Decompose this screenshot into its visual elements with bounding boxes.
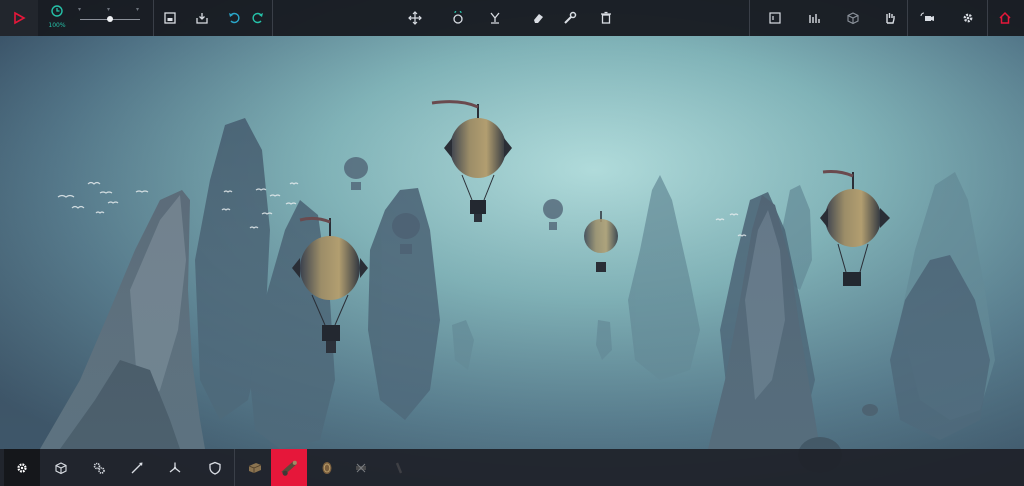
category-basic-button[interactable] xyxy=(4,449,40,486)
divider xyxy=(153,0,154,36)
time-scale-slider-handle[interactable] xyxy=(107,16,113,22)
top-toolbar: 100% ▾ ▾ ▾ xyxy=(0,0,1024,36)
time-scale-button[interactable] xyxy=(46,0,68,22)
cube-icon xyxy=(55,461,67,474)
category-weapons-button[interactable] xyxy=(124,449,150,486)
block-view-button[interactable] xyxy=(841,0,865,36)
move-icon xyxy=(408,11,422,25)
undo-button[interactable] xyxy=(222,0,246,36)
rotate-icon xyxy=(453,11,463,24)
hand-icon xyxy=(886,13,895,24)
crossbow-icon xyxy=(356,463,366,472)
home-icon xyxy=(999,11,1011,24)
gears-icon xyxy=(93,462,105,474)
cube-icon xyxy=(847,12,859,25)
trash-icon xyxy=(601,11,611,24)
rotate-tool-button[interactable] xyxy=(446,0,470,36)
torch-block-button[interactable] xyxy=(386,449,412,486)
round-shield-block-button[interactable] xyxy=(314,449,340,486)
slider-tick-max: ▾ xyxy=(136,6,140,13)
cannon-block-button[interactable] xyxy=(271,449,307,486)
divider xyxy=(234,449,235,486)
camera-icon xyxy=(920,12,934,21)
redo-button[interactable] xyxy=(246,0,270,36)
load-button[interactable] xyxy=(190,0,214,36)
eraser-icon xyxy=(534,14,543,23)
undo-icon xyxy=(229,12,240,24)
move-tool-button[interactable] xyxy=(403,0,427,36)
category-blocks-button[interactable] xyxy=(48,449,74,486)
divider xyxy=(749,0,750,36)
redo-icon xyxy=(252,12,263,24)
play-icon xyxy=(14,11,26,25)
propeller-icon xyxy=(169,462,181,473)
blueprint-icon xyxy=(769,12,781,24)
camera-mode-button[interactable] xyxy=(914,0,940,36)
slider-tick-min: ▾ xyxy=(78,6,82,13)
load-icon xyxy=(196,13,208,24)
shield-icon xyxy=(209,461,221,475)
divider xyxy=(987,0,988,36)
divider xyxy=(907,0,908,36)
spear-icon xyxy=(131,462,143,473)
settings-icon xyxy=(963,13,973,23)
stats-icon xyxy=(809,14,820,23)
torch-icon xyxy=(395,462,403,473)
wrench-icon xyxy=(564,11,577,24)
clock-icon xyxy=(51,5,63,17)
round-shield-icon xyxy=(322,461,332,474)
divider xyxy=(272,0,273,36)
cannon-icon xyxy=(281,460,297,476)
block-toolbar xyxy=(0,449,1024,486)
slider-tick-mid: ▾ xyxy=(107,6,111,13)
category-armour-button[interactable] xyxy=(202,449,228,486)
eraser-tool-button[interactable] xyxy=(526,0,550,36)
wrench-tool-button[interactable] xyxy=(558,0,582,36)
home-button[interactable] xyxy=(993,0,1017,36)
category-flight-button[interactable] xyxy=(162,449,188,486)
play-button[interactable] xyxy=(0,0,38,36)
blueprint-button[interactable] xyxy=(763,0,787,36)
mirror-icon xyxy=(490,12,500,24)
crossbow-block-button[interactable] xyxy=(348,449,374,486)
delete-button[interactable] xyxy=(594,0,618,36)
time-scale-label: 100% xyxy=(48,22,66,29)
crate-icon xyxy=(248,462,262,473)
mirror-tool-button[interactable] xyxy=(483,0,507,36)
category-mechanical-button[interactable] xyxy=(86,449,112,486)
save-button[interactable] xyxy=(158,0,182,36)
settings-button[interactable] xyxy=(956,0,980,36)
stats-button[interactable] xyxy=(802,0,826,36)
save-icon xyxy=(164,12,176,24)
gear-icon xyxy=(17,462,27,473)
grab-tool-button[interactable] xyxy=(878,0,902,36)
game-scene[interactable] xyxy=(0,0,1024,486)
crate-block-button[interactable] xyxy=(240,449,270,486)
